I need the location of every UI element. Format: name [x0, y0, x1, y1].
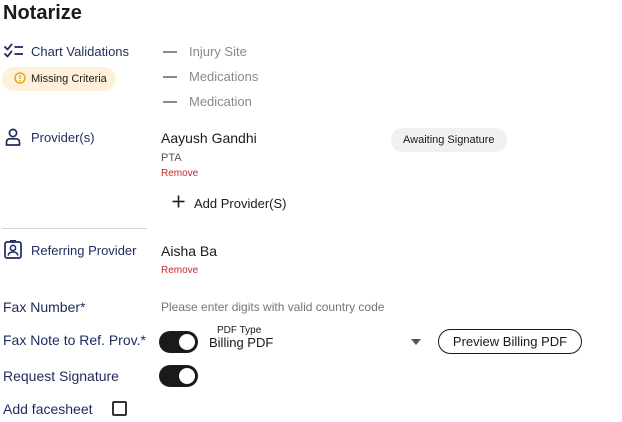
remove-provider-link[interactable]: Remove	[161, 168, 198, 179]
request-signature-toggle[interactable]	[159, 365, 198, 387]
contact-badge-icon	[4, 240, 22, 259]
plus-icon	[172, 195, 185, 211]
toggle-knob	[179, 368, 195, 384]
providers-label: Provider(s)	[31, 130, 95, 145]
criteria-label: Medications	[189, 69, 259, 84]
dash-icon	[163, 50, 177, 53]
provider-name: Aayush Gandhi	[161, 130, 257, 146]
criteria-label: Medication	[189, 94, 252, 109]
criteria-item: Injury Site	[163, 44, 247, 59]
preview-billing-pdf-button[interactable]: Preview Billing PDF	[438, 329, 582, 354]
dash-icon	[163, 75, 177, 78]
criteria-item: Medication	[163, 94, 252, 109]
criteria-item: Medications	[163, 69, 258, 84]
fax-note-label: Fax Note to Ref. Prov.*	[3, 332, 146, 348]
missing-criteria-badge: Missing Criteria	[2, 67, 116, 91]
referring-provider-name: Aisha Ba	[161, 243, 218, 259]
criteria-label: Injury Site	[189, 44, 247, 59]
add-facesheet-checkbox[interactable]	[112, 401, 127, 416]
fax-number-label: Fax Number*	[3, 299, 86, 315]
add-provider-button[interactable]: Add Provider(S)	[172, 195, 286, 211]
section-divider	[2, 228, 147, 229]
fax-note-toggle[interactable]	[159, 331, 198, 353]
provider-role: PTA	[161, 152, 182, 164]
missing-criteria-label: Missing Criteria	[31, 73, 107, 85]
dash-icon	[163, 100, 177, 103]
request-signature-label: Request Signature	[3, 368, 119, 384]
page-title: Notarize	[3, 2, 82, 24]
chart-validations-label: Chart Validations	[31, 44, 130, 59]
chevron-down-icon[interactable]	[411, 339, 421, 345]
remove-referring-link[interactable]: Remove	[161, 265, 198, 276]
person-icon	[5, 128, 21, 146]
add-provider-label: Add Provider(S)	[194, 195, 287, 211]
warning-circle-icon	[14, 71, 26, 87]
add-facesheet-label: Add facesheet	[3, 401, 93, 417]
fax-number-input[interactable]	[161, 300, 461, 314]
status-badge: Awaiting Signature	[391, 128, 507, 152]
referring-provider-label: Referring Provider	[31, 243, 137, 258]
toggle-knob	[179, 334, 195, 350]
checklist-icon	[4, 43, 24, 59]
pdf-type-select[interactable]: Billing PDF	[209, 335, 273, 350]
